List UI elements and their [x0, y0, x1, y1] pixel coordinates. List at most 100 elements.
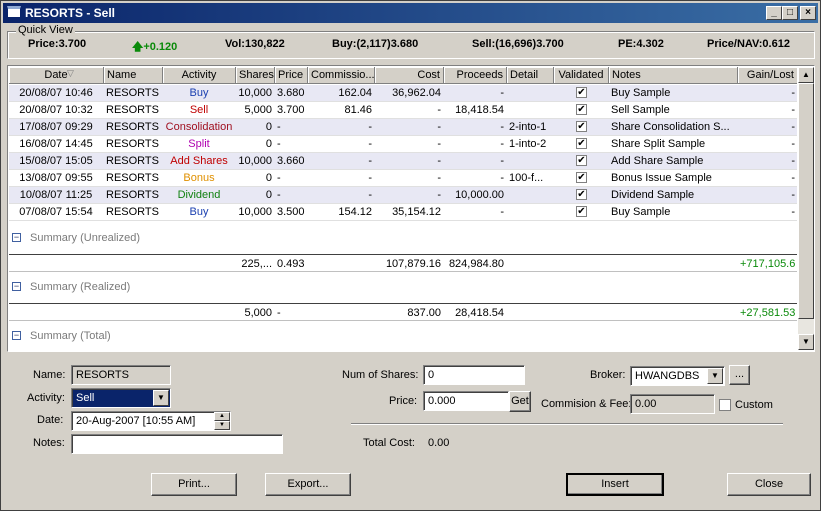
column-header-validated[interactable]: Validated: [554, 67, 609, 84]
print-button[interactable]: Print...: [151, 473, 237, 496]
cell-notes: Bonus Issue Sample: [611, 172, 712, 184]
cell-proceeds: -: [500, 155, 504, 167]
maximize-button[interactable]: □: [782, 6, 798, 20]
get-price-button[interactable]: Get: [509, 391, 531, 412]
table-row[interactable]: 20/08/07 10:46 RESORTS Buy 10,000 3.680 162.0…: [9, 85, 797, 102]
validated-checkbox[interactable]: ✔: [576, 155, 587, 166]
close-button[interactable]: Close: [727, 473, 811, 496]
column-header-activity[interactable]: Activity: [163, 67, 236, 84]
collapse-icon[interactable]: −: [12, 282, 21, 291]
chevron-down-icon[interactable]: ▼: [153, 390, 169, 406]
name-field: RESORTS: [71, 365, 171, 385]
summary-cost: 837.00: [407, 307, 441, 319]
custom-checkbox[interactable]: [719, 399, 731, 411]
validated-checkbox[interactable]: ✔: [576, 104, 587, 115]
cell-detail: [509, 153, 551, 169]
cell-date: 13/08/07 09:55: [19, 172, 93, 184]
table-row[interactable]: 13/08/07 09:55 RESORTS Bonus 0- - - -100-f... ✔…: [9, 170, 797, 187]
cell-gain: -: [791, 138, 795, 150]
cell-price: 3.700: [277, 104, 305, 116]
collapse-icon[interactable]: −: [12, 331, 21, 340]
validated-checkbox[interactable]: ✔: [576, 206, 587, 217]
cell-activity: Dividend: [177, 189, 221, 201]
quick-view-price: Price:3.700: [28, 38, 87, 50]
cell-detail: [509, 187, 551, 203]
quick-view-sell: Sell:(16,696)3.700: [472, 38, 564, 50]
column-header-proceeds[interactable]: Proceeds: [444, 67, 507, 84]
cell-detail: [509, 204, 551, 220]
cell-activity: Add Shares: [170, 155, 228, 167]
cell-gain: -: [791, 172, 795, 184]
cell-commission: -: [368, 172, 372, 184]
transactions-grid[interactable]: Date ▽ Name Activity Shares Price Commissio...…: [7, 65, 815, 352]
cell-gain: -: [791, 104, 795, 116]
spin-up-icon[interactable]: ▲: [214, 412, 230, 421]
validated-checkbox[interactable]: ✔: [576, 121, 587, 132]
cell-name: RESORTS: [106, 121, 159, 133]
scroll-down-icon[interactable]: ▼: [798, 334, 814, 350]
insert-button[interactable]: Insert: [566, 473, 664, 496]
table-row[interactable]: 15/08/07 15:05 RESORTS Add Shares 10,000 3.6…: [9, 153, 797, 170]
cell-name: RESORTS: [106, 155, 159, 167]
cell-proceeds: 18,418.54: [455, 104, 504, 116]
validated-checkbox[interactable]: ✔: [576, 172, 587, 183]
price-field[interactable]: 0.000: [423, 391, 509, 411]
summary-price: 0.493: [277, 258, 305, 270]
minimize-button[interactable]: _: [766, 6, 782, 20]
column-header-date[interactable]: Date: [9, 67, 104, 84]
quick-view-volume: Vol:130,822: [225, 38, 285, 50]
table-row[interactable]: 20/08/07 10:32 RESORTS Sell 5,000 3.700 81.46…: [9, 102, 797, 119]
validated-checkbox[interactable]: ✔: [576, 87, 587, 98]
notes-field[interactable]: [71, 434, 283, 454]
validated-checkbox[interactable]: ✔: [576, 138, 587, 149]
column-header-cost[interactable]: Cost: [375, 67, 444, 84]
cell-activity: Buy: [189, 87, 209, 99]
browse-broker-button[interactable]: ...: [729, 365, 750, 385]
table-row[interactable]: 10/08/07 11:25 RESORTS Dividend 0- - -10,000.…: [9, 187, 797, 204]
column-header-price[interactable]: Price: [275, 67, 308, 84]
vertical-scrollbar[interactable]: ▲ ▼: [798, 67, 814, 350]
date-field[interactable]: 20-Aug-2007 [10:55 AM]: [71, 411, 231, 431]
cell-detail: 100-f...: [509, 172, 544, 184]
summary-shares: 5,000: [244, 307, 272, 319]
scroll-up-icon[interactable]: ▲: [798, 67, 814, 83]
table-row[interactable]: 07/08/07 15:54 RESORTS Buy 10,000 3.500 154.1…: [9, 204, 797, 221]
summary-row: 5,000- 837.00 28,418.54 +27,581.53: [9, 303, 797, 321]
cell-cost: -: [437, 155, 441, 167]
summary-group-header[interactable]: − Summary (Total): [9, 327, 797, 345]
cell-date: 10/08/07 11:25: [19, 189, 93, 201]
table-row[interactable]: 16/08/07 14:45 RESORTS Split 0- - - -1-into-2 ✔…: [9, 136, 797, 153]
cell-date: 16/08/07 14:45: [19, 138, 93, 150]
collapse-icon[interactable]: −: [12, 233, 21, 242]
summary-gain: +717,105.64: [740, 258, 795, 270]
scroll-thumb[interactable]: [798, 83, 814, 319]
column-header-commission[interactable]: Commissio...: [308, 67, 375, 84]
cell-shares: 0: [265, 121, 272, 133]
column-header-shares[interactable]: Shares: [236, 67, 275, 84]
column-header-detail[interactable]: Detail: [507, 67, 554, 84]
column-header-name[interactable]: Name: [104, 67, 163, 84]
validated-checkbox[interactable]: ✔: [576, 189, 587, 200]
cell-proceeds: -: [500, 138, 504, 150]
table-row[interactable]: 17/08/07 09:29 RESORTS Consolidation 0- - - -2…: [9, 119, 797, 136]
summary-group-header[interactable]: − Summary (Realized): [9, 278, 797, 296]
cell-detail: [509, 102, 551, 118]
close-window-button[interactable]: ×: [800, 6, 816, 20]
export-button[interactable]: Export...: [265, 473, 351, 496]
column-header-notes[interactable]: Notes: [609, 67, 738, 84]
chevron-down-icon[interactable]: ▼: [707, 368, 723, 384]
cell-cost: 36,962.04: [392, 87, 441, 99]
title-bar[interactable]: RESORTS - Sell _ □ ×: [3, 3, 818, 23]
column-header-gain[interactable]: Gain/Lost: [738, 67, 797, 84]
spin-down-icon[interactable]: ▼: [214, 421, 230, 430]
num-shares-field[interactable]: 0: [423, 365, 525, 385]
total-cost-value: 0.00: [428, 437, 450, 449]
summary-group-header[interactable]: − Summary (Unrealized): [9, 229, 797, 247]
quick-view-legend: Quick View: [16, 24, 75, 36]
activity-label: Activity:: [27, 392, 65, 404]
cell-activity: Split: [188, 138, 210, 150]
cell-price: -: [277, 121, 281, 133]
commission-label: Commision & Fee:: [541, 398, 632, 410]
cell-shares: 0: [265, 138, 272, 150]
sort-descending-icon: ▽: [67, 68, 74, 78]
